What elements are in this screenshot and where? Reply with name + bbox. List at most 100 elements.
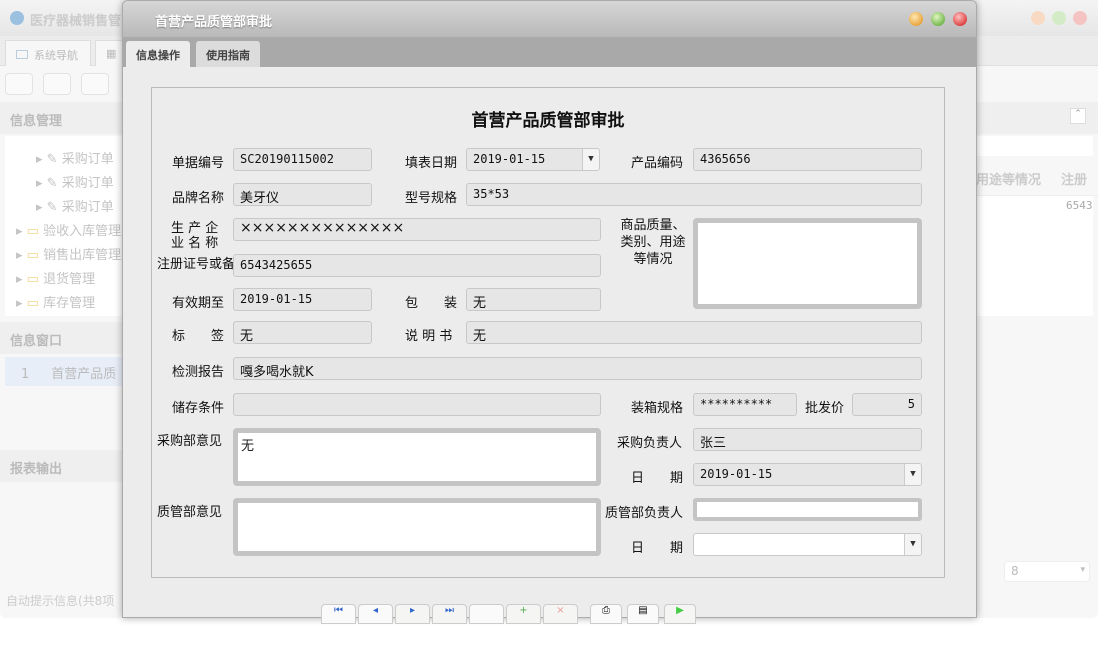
app-title: 医疗器械销售管 <box>30 10 121 29</box>
product-code-label: 产品编码 <box>631 152 683 171</box>
window-row[interactable]: 1 首营产品质 <box>5 357 122 386</box>
date-picker[interactable]: 2019-01-15▼ <box>693 463 922 486</box>
print-button[interactable]: ▤ <box>627 604 659 624</box>
tree-folder[interactable]: ▸ ▭ 验收入库管理 <box>16 220 121 239</box>
fill-date-picker[interactable]: 2019-01-15 ▼ <box>466 148 600 171</box>
tree-folder[interactable]: ▸ ▭ 库存管理 <box>16 292 95 311</box>
tab-info-operation[interactable]: 信息操作 <box>126 41 190 67</box>
model-label: 型号规格 <box>405 187 457 206</box>
close-icon[interactable] <box>1073 11 1087 25</box>
list-button[interactable] <box>43 73 71 95</box>
grid-cell: 6543 <box>1066 199 1093 212</box>
test-report-label: 检测报告 <box>172 361 224 380</box>
box-spec-label: 装箱规格 <box>631 397 683 416</box>
page-size-select[interactable]: 8▾ <box>1004 561 1090 582</box>
tree-folder[interactable]: ▸ ▭ 销售出库管理 <box>16 244 121 263</box>
section-title: 报表输出 <box>10 462 62 477</box>
tree-item[interactable]: ▸ ✎ 采购订单 <box>36 196 114 215</box>
approval-dialog: 首营产品质管部审批 信息操作 使用指南 首营产品质管部审批 单据编号 SC201… <box>122 0 977 618</box>
qa-owner-field[interactable] <box>693 498 922 521</box>
brand-field[interactable]: 美牙仪 <box>233 183 372 206</box>
manual-label: 说 明 书 <box>405 325 452 344</box>
next-record-button[interactable]: ▸ <box>395 604 430 624</box>
monitor-icon <box>16 50 28 59</box>
date-label: 日 期 <box>631 467 683 486</box>
page-size-value: 8 <box>1011 564 1019 578</box>
purchase-opinion-textarea[interactable]: 无 <box>233 428 601 486</box>
package-field[interactable]: 无 <box>466 288 601 311</box>
storage-field[interactable] <box>233 393 601 416</box>
chevron-down-icon[interactable]: ▼ <box>582 149 599 170</box>
maximize-icon[interactable] <box>1052 11 1066 25</box>
blank-button[interactable] <box>469 604 504 624</box>
tree-item[interactable]: ▸ ✎ 采购订单 <box>36 172 114 191</box>
collapse-icon[interactable]: ⌃ <box>1070 108 1086 124</box>
maximize-icon[interactable] <box>931 12 945 26</box>
doc-no-field[interactable]: SC20190115002 <box>233 148 372 171</box>
status-text: 自动提示信息(共8项 <box>6 592 114 609</box>
last-record-button[interactable]: ⏭ <box>432 604 467 624</box>
dialog-tabs: 信息操作 使用指南 <box>123 37 976 67</box>
label-field[interactable]: 无 <box>233 321 372 344</box>
date2-picker[interactable]: ▼ <box>693 533 922 556</box>
brand-label: 品牌名称 <box>172 187 224 206</box>
close-icon[interactable] <box>953 12 967 26</box>
purchase-owner-field[interactable]: 张三 <box>693 428 922 451</box>
tree-label: 验收入库管理 <box>43 224 121 239</box>
tab-user-guide[interactable]: 使用指南 <box>196 41 260 67</box>
folder-icon: ▭ <box>27 248 39 263</box>
purchase-opinion-label: 采购部意见 <box>157 430 222 449</box>
minimize-icon[interactable] <box>909 12 923 26</box>
grid-header: 注册 <box>1061 173 1087 188</box>
tab-grid[interactable]: ▦ <box>95 40 125 66</box>
tree-item[interactable]: ▸ ✎ 采购订单 <box>36 148 114 167</box>
maker-label-line2: 业 名 称 <box>171 232 218 251</box>
qa-owner-label: 质管部负责人 <box>605 502 683 521</box>
model-field[interactable]: 35*53 <box>466 183 922 206</box>
doc-no-label: 单据编号 <box>172 152 224 171</box>
maker-field[interactable]: ×××××××××××××× <box>233 218 601 241</box>
prev-record-button[interactable]: ◂ <box>358 604 393 624</box>
wholesale-label: 批发价 <box>805 397 844 416</box>
save-icon-button[interactable]: ⎙ <box>590 604 622 624</box>
storage-label: 储存条件 <box>172 397 224 416</box>
delete-button[interactable]: × <box>543 604 578 624</box>
section-title: 信息管理 <box>10 114 62 129</box>
tree-label: 库存管理 <box>43 296 95 311</box>
section-title: 信息窗口 <box>10 334 62 349</box>
wholesale-field[interactable]: 5 <box>852 393 922 416</box>
valid-until-field[interactable]: 2019-01-15 <box>233 288 372 311</box>
tree-label: 采购订单 <box>62 200 114 215</box>
row-index: 1 <box>21 367 29 382</box>
dialog-titlebar[interactable]: 首营产品质管部审批 <box>123 1 976 37</box>
row-text: 首营产品质 <box>51 367 116 382</box>
tree-folder[interactable]: ▸ ▭ 退货管理 <box>16 268 95 287</box>
section-info-window: 信息窗口 <box>0 322 122 354</box>
valid-until-label: 有效期至 <box>172 292 224 311</box>
manual-field[interactable]: 无 <box>466 321 922 344</box>
reg-no-label: 注册证号或备 <box>157 253 233 272</box>
search-button[interactable] <box>5 73 33 95</box>
reg-no-field[interactable]: 6543425655 <box>233 254 601 277</box>
document-button[interactable] <box>81 73 109 95</box>
fill-date-label: 填表日期 <box>405 152 457 171</box>
add-button[interactable]: + <box>506 604 541 624</box>
chevron-down-icon[interactable]: ▼ <box>904 534 921 555</box>
tree-label: 退货管理 <box>43 272 95 287</box>
test-report-field[interactable]: 嘎多喝水就K <box>233 357 922 380</box>
qa-opinion-textarea[interactable] <box>233 498 601 556</box>
tree-label: 采购订单 <box>62 152 114 167</box>
minimize-icon[interactable] <box>1031 11 1045 25</box>
box-spec-field[interactable]: ********** <box>693 393 797 416</box>
quality-textarea[interactable] <box>693 218 922 309</box>
qa-opinion-label: 质管部意见 <box>157 501 222 520</box>
product-code-field[interactable]: 4365656 <box>693 148 922 171</box>
label-label: 标 签 <box>172 325 224 344</box>
run-button[interactable]: ▶ <box>664 604 696 624</box>
chevron-down-icon[interactable]: ▼ <box>904 464 921 485</box>
tab-system-nav[interactable]: 系统导航 <box>5 40 91 66</box>
tab-label: 系统导航 <box>34 49 78 62</box>
first-record-button[interactable]: ⏮ <box>321 604 356 624</box>
form-heading: 首营产品质管部审批 <box>152 106 944 131</box>
fill-date-value: 2019-01-15 <box>473 152 545 166</box>
